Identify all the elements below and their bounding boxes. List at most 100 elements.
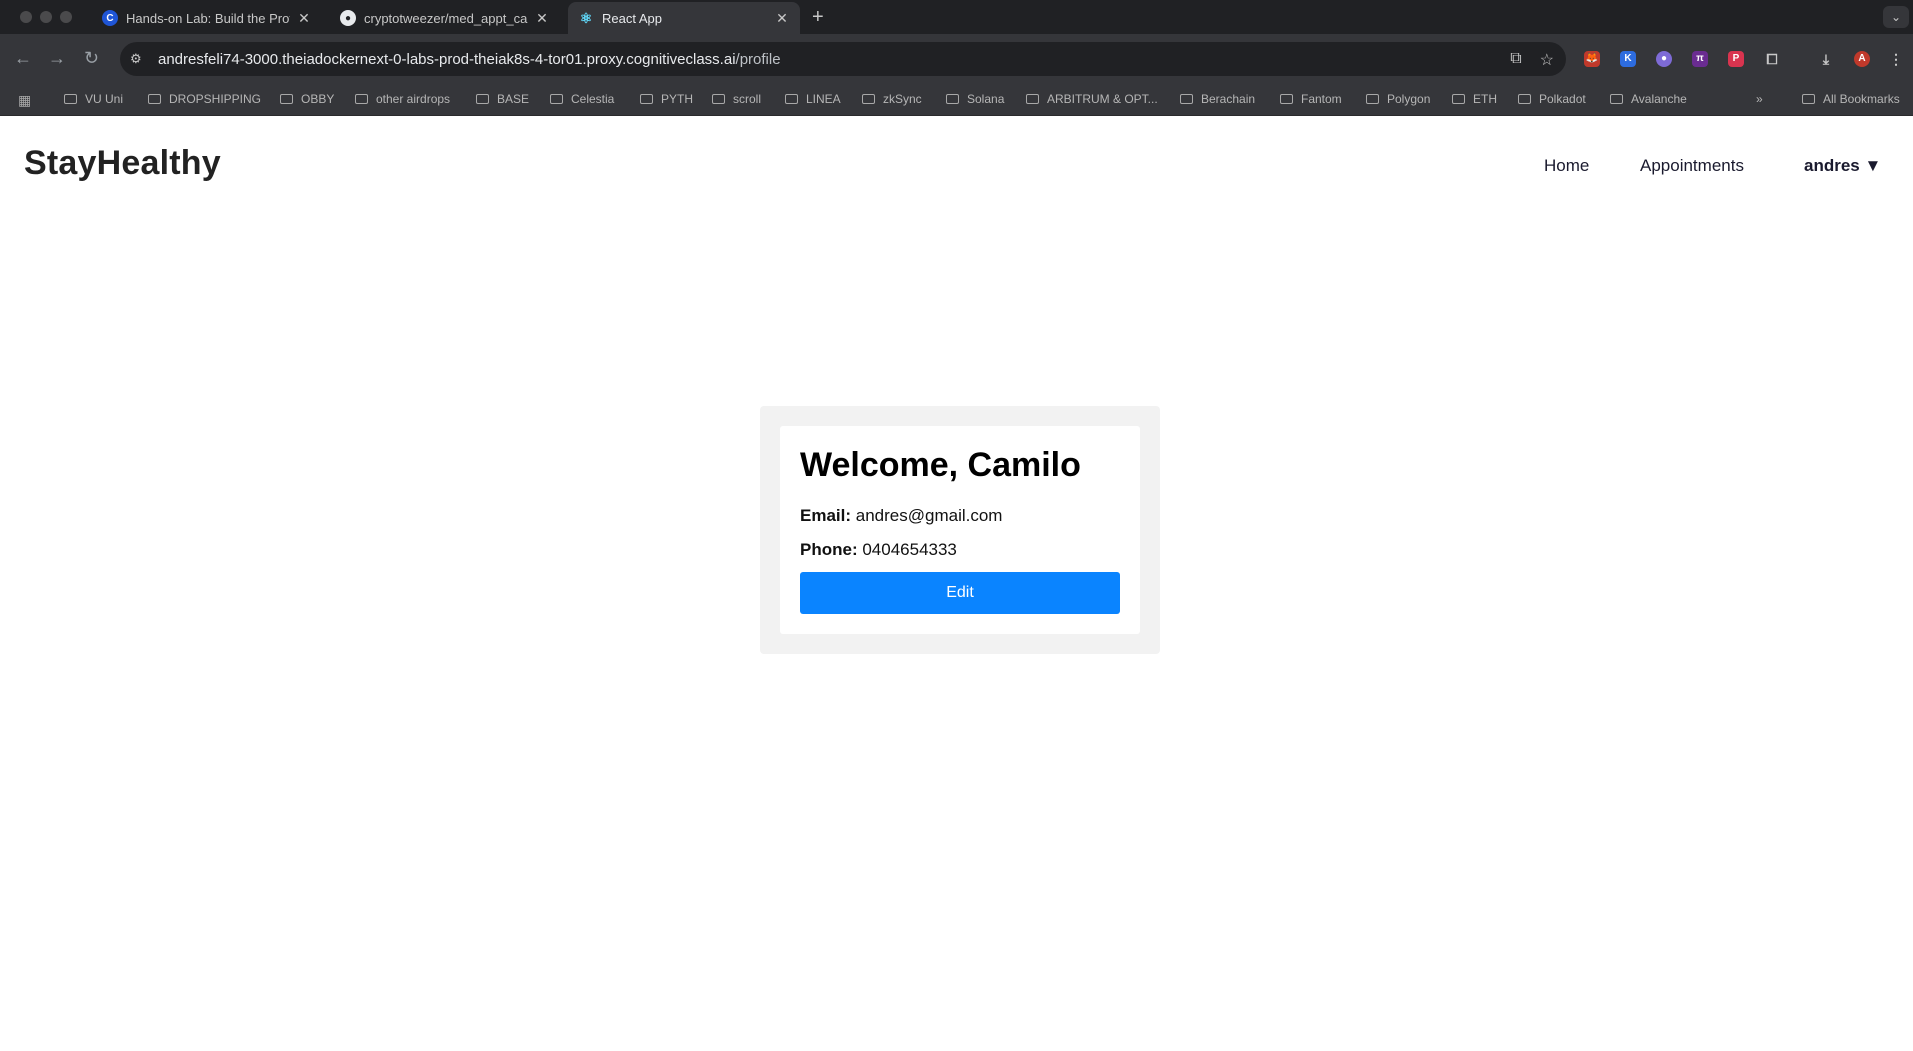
bookmark-folder[interactable]: Polygon <box>1366 92 1430 106</box>
folder-icon <box>280 94 293 104</box>
folder-icon <box>355 94 368 104</box>
close-icon[interactable]: ✕ <box>296 10 312 27</box>
phone-value: 0404654333 <box>862 540 957 559</box>
phone-label: Phone: <box>800 540 858 559</box>
bookmark-label: Celestia <box>571 92 615 106</box>
close-icon[interactable]: ✕ <box>774 10 790 27</box>
page-content: StayHealthy Home Appointments andres ▼ W… <box>0 118 1913 1051</box>
more-bookmarks-icon[interactable]: » <box>1756 92 1763 106</box>
user-menu[interactable]: andres ▼ <box>1804 156 1881 176</box>
email-label: Email: <box>800 506 852 525</box>
bookmark-folder[interactable]: Solana <box>946 92 1004 106</box>
folder-icon <box>712 94 725 104</box>
bookmark-folder[interactable]: ARBITRUM & OPT... <box>1026 92 1158 106</box>
bookmark-label: All Bookmarks <box>1823 92 1900 106</box>
nav-appointments-link[interactable]: Appointments <box>1640 156 1744 176</box>
bookmark-label: Fantom <box>1301 92 1342 106</box>
nav-home-link[interactable]: Home <box>1544 156 1589 176</box>
bookmark-folder[interactable]: zkSync <box>862 92 922 106</box>
browser-tab-react-app[interactable]: ⚛ React App ✕ <box>568 2 800 34</box>
bookmark-folder[interactable]: ETH <box>1452 92 1497 106</box>
download-icon[interactable]: ⤓ <box>1818 51 1834 67</box>
folder-icon <box>476 94 489 104</box>
window-minimize-dot[interactable] <box>40 11 52 23</box>
folder-icon <box>946 94 959 104</box>
bookmark-folder[interactable]: LINEA <box>785 92 841 106</box>
window-close-dot[interactable] <box>20 11 32 23</box>
bookmark-star-icon[interactable]: ☆ <box>1540 50 1554 70</box>
bookmark-label: OBBY <box>301 92 335 106</box>
bookmark-label: BASE <box>497 92 530 106</box>
bookmark-label: PYTH <box>661 92 694 106</box>
bookmark-folder[interactable]: other airdrops <box>355 92 450 106</box>
address-url[interactable]: andresfeli74-3000.theiadockernext-0-labs… <box>158 51 781 68</box>
tab-title: Hands-on Lab: Build the Profi <box>126 10 290 26</box>
browser-tab-github[interactable]: ● cryptotweezer/med_appt_ca ✕ <box>330 2 560 34</box>
url-path: /profile <box>735 50 781 68</box>
bookmark-label: Polkadot <box>1539 92 1586 106</box>
tab-title: cryptotweezer/med_appt_ca <box>364 10 528 26</box>
site-settings-icon[interactable]: ⚙ <box>130 51 148 67</box>
bookmark-folder[interactable]: Celestia <box>550 92 614 106</box>
profile-card-body: Welcome, Camilo Email: andres@gmail.com … <box>780 426 1140 634</box>
bookmark-folder[interactable]: Polkadot <box>1518 92 1586 106</box>
bookmark-folder[interactable]: BASE <box>476 92 529 106</box>
bookmark-folder[interactable]: scroll <box>712 92 761 106</box>
email-row: Email: andres@gmail.com <box>800 506 1002 526</box>
brand-logo[interactable]: StayHealthy <box>24 144 221 183</box>
edit-button[interactable]: Edit <box>800 572 1120 614</box>
extension-phantom-icon[interactable]: π <box>1692 51 1708 67</box>
url-host: andresfeli74-3000.theiadockernext-0-labs… <box>158 50 736 68</box>
folder-icon <box>1610 94 1623 104</box>
browser-tab-coursera[interactable]: C Hands-on Lab: Build the Profi ✕ <box>92 2 322 34</box>
folder-icon <box>64 94 77 104</box>
close-icon[interactable]: ✕ <box>534 10 550 27</box>
extension-fox-icon[interactable]: 🦊 <box>1584 51 1600 67</box>
all-bookmarks-folder[interactable]: All Bookmarks <box>1802 92 1900 106</box>
bookmark-label: ARBITRUM & OPT... <box>1047 92 1158 106</box>
user-name: andres <box>1804 156 1860 175</box>
extension-k-icon[interactable]: K <box>1620 51 1636 67</box>
back-icon[interactable]: ← <box>14 48 32 68</box>
reload-icon[interactable]: ↻ <box>84 48 99 68</box>
bookmark-folder[interactable]: Avalanche <box>1610 92 1687 106</box>
bookmark-label: DROPSHIPPING <box>169 92 262 106</box>
folder-icon <box>1280 94 1293 104</box>
folder-icon <box>1366 94 1379 104</box>
tab-title: React App <box>602 10 662 26</box>
bookmark-folder[interactable]: OBBY <box>280 92 334 106</box>
bookmark-folder[interactable]: VU Uni <box>64 92 123 106</box>
bookmark-label: Polygon <box>1387 92 1431 106</box>
apps-grid-icon[interactable]: ▦ <box>18 92 31 109</box>
window-zoom-dot[interactable] <box>60 11 72 23</box>
bookmark-folder[interactable]: DROPSHIPPING <box>148 92 261 106</box>
folder-icon <box>862 94 875 104</box>
bookmark-label: VU Uni <box>85 92 124 106</box>
github-icon: ● <box>340 10 356 26</box>
bookmark-label: scroll <box>733 92 762 106</box>
extensions-puzzle-icon[interactable]: ⧠ <box>1764 51 1780 67</box>
bookmark-folder[interactable]: Fantom <box>1280 92 1342 106</box>
address-bar[interactable]: ⚙ andresfeli74-3000.theiadockernext-0-la… <box>120 42 1566 76</box>
browser-menu-icon[interactable]: ⋮ <box>1888 51 1904 67</box>
bookmark-label: other airdrops <box>376 92 451 106</box>
tab-search-icon[interactable]: ⌄ <box>1883 6 1909 28</box>
bookmark-folder[interactable]: PYTH <box>640 92 693 106</box>
profile-avatar[interactable]: A <box>1854 51 1870 67</box>
folder-icon <box>1518 94 1531 104</box>
folder-icon <box>1452 94 1465 104</box>
bookmark-label: zkSync <box>883 92 922 106</box>
bookmark-label: Avalanche <box>1631 92 1687 106</box>
folder-icon <box>1026 94 1039 104</box>
profile-card: Welcome, Camilo Email: andres@gmail.com … <box>760 406 1160 654</box>
bookmark-label: Berachain <box>1201 92 1256 106</box>
forward-icon[interactable]: → <box>48 48 66 68</box>
bookmarks-bar: ▦ VU Uni DROPSHIPPING OBBY other airdrop… <box>0 84 1913 116</box>
bookmark-folder[interactable]: Berachain <box>1180 92 1255 106</box>
install-app-icon[interactable]: ⧉ <box>1510 50 1521 70</box>
new-tab-icon[interactable]: + <box>812 6 824 28</box>
extension-wallet-icon[interactable]: ● <box>1656 51 1672 67</box>
folder-icon <box>1180 94 1193 104</box>
folder-icon <box>148 94 161 104</box>
extension-pocket-icon[interactable]: P <box>1728 51 1744 67</box>
